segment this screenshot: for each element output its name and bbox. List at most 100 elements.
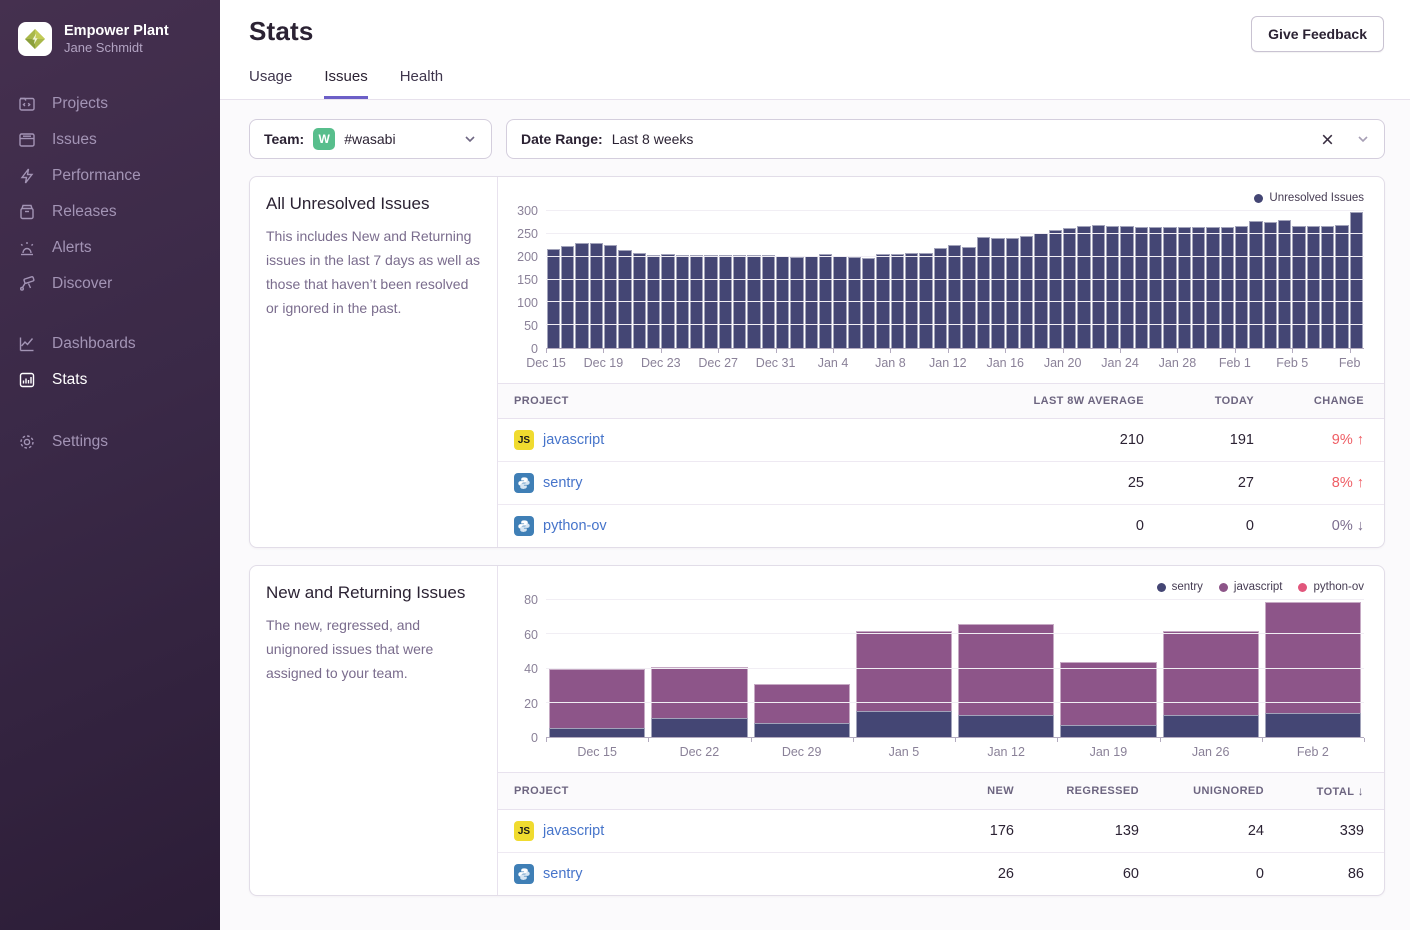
panel-description: This includes New and Returning issues i… [266,224,481,320]
bar [1020,211,1033,348]
bar-segment [1278,220,1291,348]
col-header-change: CHANGE [1274,384,1384,419]
x-tick-label: Dec 22 [680,745,720,759]
org-switcher[interactable]: Empower Plant Jane Schmidt [0,22,220,56]
col-header-total-sort[interactable]: TOTAL ↓ [1284,773,1384,810]
issues-icon [18,131,36,149]
sidebar-item-dashboards[interactable]: Dashboards [0,326,220,362]
sidebar-item-settings[interactable]: Settings [0,424,220,460]
stats-icon [18,371,36,389]
y-axis: 050100150200250300 [508,211,546,349]
change-value: 0% ↓ [1332,518,1364,534]
sidebar-item-releases[interactable]: Releases [0,194,220,230]
date-range-clear-icon[interactable] [1320,132,1335,147]
sidebar-item-alerts[interactable]: Alerts [0,230,220,266]
tab-health[interactable]: Health [400,68,443,99]
sidebar-item-projects[interactable]: Projects [0,86,220,122]
sidebar-item-label: Settings [52,433,108,451]
bar [1249,211,1262,348]
date-range-select[interactable]: Date Range: Last 8 weeks [506,119,1385,159]
project-link[interactable]: javascript [543,823,604,839]
bar-segment [856,631,952,711]
legend-label: python-ov [1313,581,1364,593]
chart-legend: sentryjavascriptpython-ov [508,578,1364,596]
panel-all-unresolved-issues: All Unresolved Issues This includes New … [249,176,1385,548]
bar-segment [590,243,603,348]
y-tick-label: 60 [524,628,538,642]
bar-segment [547,249,560,348]
dashboards-icon [18,335,36,353]
bar-segment [1178,227,1191,348]
project-link[interactable]: sentry [543,475,583,491]
sidebar-item-stats[interactable]: Stats [0,362,220,398]
cell-total: 86 [1284,853,1384,896]
legend-dot [1254,194,1263,203]
x-tick-label: Jan 24 [1101,356,1139,370]
bar [962,211,975,348]
y-tick-label: 80 [524,593,538,607]
trend-down-icon: ↓ [1357,518,1364,534]
date-range-chevron-down-icon[interactable] [1356,132,1370,146]
x-tick-label: Feb 2 [1297,745,1329,759]
y-tick-label: 50 [524,319,538,333]
table-row: sentry 25 27 8% ↑ [498,462,1384,505]
org-logo [18,22,52,56]
project-link[interactable]: sentry [543,866,583,882]
bar [1278,211,1291,348]
bar-segment [1163,227,1176,348]
bar [1149,211,1162,348]
col-header-today: TODAY [1164,384,1274,419]
bar-segment [1335,225,1348,348]
bar-segment [754,723,850,737]
change-value: 8% ↑ [1332,475,1364,491]
bar-segment [754,684,850,723]
team-chevron-down-icon[interactable] [463,132,477,146]
bar [977,211,990,348]
table-row: JS javascript 176 139 24 339 [498,810,1384,853]
trend-up-icon: ↑ [1357,475,1364,491]
col-header-project: PROJECT [498,773,929,810]
tab-usage[interactable]: Usage [249,68,292,99]
bar-segment [1192,227,1205,348]
cell-total: 339 [1284,810,1384,853]
project-link[interactable]: python-ov [543,518,607,534]
legend-dot [1219,583,1228,592]
bar [647,211,660,348]
nav-divider-gap [0,398,220,424]
bar-segment [1264,222,1277,348]
bar [905,211,918,348]
bar [819,211,832,348]
bar [751,600,853,737]
table-row: JS javascript 210 191 9% ↑ [498,419,1384,462]
bar [1135,211,1148,348]
y-tick-label: 100 [517,296,538,310]
bar-segment [549,728,645,737]
plot-area [546,211,1364,349]
sidebar-item-performance[interactable]: Performance [0,158,220,194]
bar [1292,211,1305,348]
change-value: 9% ↑ [1332,432,1364,448]
x-tick-label: Dec 15 [577,745,617,759]
bars [546,600,1364,737]
give-feedback-button[interactable]: Give Feedback [1251,16,1384,52]
team-value: #wasabi [344,131,395,147]
python-project-icon [514,516,534,536]
project-link[interactable]: javascript [543,432,604,448]
sidebar-item-discover[interactable]: Discover [0,266,220,302]
projects-icon [18,95,36,113]
chart-legend: Unresolved Issues [508,189,1364,207]
x-tick-label: Jan 12 [929,356,967,370]
cell-new: 176 [929,810,1034,853]
sidebar-item-issues[interactable]: Issues [0,122,220,158]
panel-title: New and Returning Issues [266,583,481,603]
gridline [546,256,1364,257]
legend-item: sentry [1157,581,1203,593]
x-tick-mark [1364,738,1365,742]
legend-label: Unresolved Issues [1269,192,1364,204]
tab-issues[interactable]: Issues [324,68,367,99]
table-row: sentry 26 60 0 86 [498,853,1384,896]
team-select[interactable]: Team: W #wasabi [249,119,492,159]
bar [719,211,732,348]
nav-divider-gap [0,302,220,326]
gridline [546,324,1364,325]
